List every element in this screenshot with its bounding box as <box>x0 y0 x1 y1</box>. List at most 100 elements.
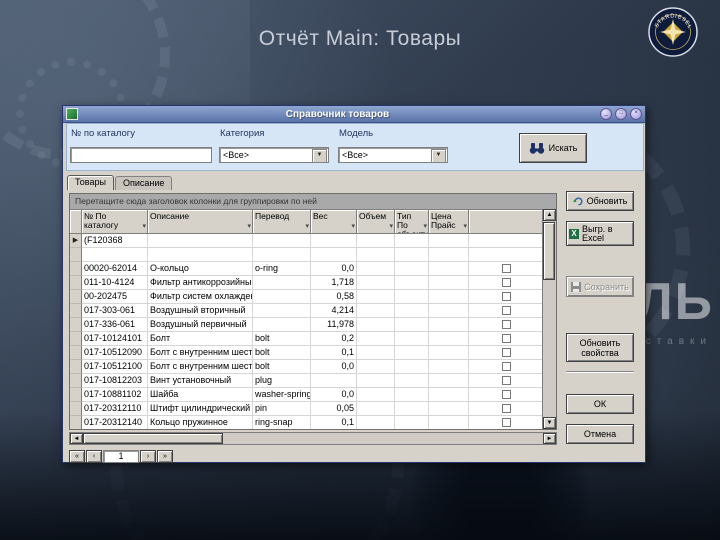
row-checkbox[interactable] <box>502 404 511 413</box>
column-header-label: Вес <box>313 211 328 221</box>
cell-volume <box>357 346 395 360</box>
cell-type <box>395 332 429 346</box>
model-select[interactable]: <Все> ▼ <box>338 147 448 163</box>
update-properties-button[interactable]: Обновить свойства <box>566 333 634 362</box>
grid-header: № По каталогу ▾ Описание ▾ Перевод ▾ Вес ▾ Объем… <box>70 210 556 234</box>
chevron-down-icon[interactable]: ▼ <box>431 149 446 163</box>
cancel-button-label: Отмена <box>583 429 617 439</box>
export-excel-button[interactable]: X Выгр. в Excel <box>566 221 634 246</box>
table-row[interactable]: ▶ (F120368 <box>70 234 556 248</box>
row-checkbox[interactable] <box>502 390 511 399</box>
table-row[interactable]: 00-202475Фильтр систем охлаждения 0,58 <box>70 290 556 304</box>
column-header[interactable]: Объем ▾ <box>357 210 395 234</box>
table-row[interactable]: 017-10881102 Шайба washer-spring 0,0 <box>70 388 556 402</box>
table-row[interactable]: 011-10-4124 Фильтр антикоррозийный 1,718 <box>70 276 556 290</box>
column-header[interactable]: Тип По объекту ▾ <box>395 210 429 234</box>
tab-strip: Товары Описание <box>67 172 173 190</box>
scroll-up-icon[interactable]: ▲ <box>543 209 556 221</box>
chevron-down-icon[interactable]: ▼ <box>312 149 327 163</box>
vertical-scrollbar[interactable]: ▲ ▼ <box>542 209 556 429</box>
table-row[interactable]: 017-10512100Болт с внутренним шестигр.bo… <box>70 360 556 374</box>
save-button[interactable]: Сохранить <box>566 276 634 297</box>
row-checkbox[interactable] <box>502 320 511 329</box>
binoculars-icon <box>529 142 544 154</box>
sort-arrow-icon[interactable]: ▾ <box>247 222 251 231</box>
vertical-scroll-thumb[interactable] <box>543 222 555 280</box>
maximize-button[interactable]: □ <box>615 108 627 120</box>
table-row[interactable]: 00020-62014 О-кольцо o-ring 0,0 <box>70 262 556 276</box>
category-select[interactable]: <Все> ▼ <box>219 147 329 163</box>
table-row[interactable]: 017-303-061 Воздушный вторичный 4,214 <box>70 304 556 318</box>
column-header[interactable]: Вес ▾ <box>311 210 357 234</box>
row-checkbox[interactable] <box>502 292 511 301</box>
cell-translation: washer-spring <box>253 388 311 402</box>
row-checkbox[interactable] <box>502 278 511 287</box>
cell-catalog-id: 017-336-061 <box>82 318 148 332</box>
window-titlebar[interactable]: Справочник товаров _ □ × <box>63 106 645 123</box>
sort-arrow-icon[interactable]: ▾ <box>351 222 355 231</box>
refresh-button[interactable]: Обновить <box>566 191 634 211</box>
cell-translation <box>253 304 311 318</box>
row-checkbox[interactable] <box>502 348 511 357</box>
sort-arrow-icon[interactable]: ▾ <box>463 222 467 231</box>
cell-flag <box>469 416 545 429</box>
catalog-number-input[interactable] <box>70 147 212 163</box>
scroll-down-icon[interactable]: ▼ <box>543 417 556 429</box>
tab-2[interactable]: Описание <box>114 176 173 190</box>
cell-type <box>395 248 429 262</box>
cell-flag <box>469 332 545 346</box>
row-checkbox[interactable] <box>502 362 511 371</box>
background-letters: ЛЬ <box>636 273 714 331</box>
prev-record-button[interactable]: ‹ <box>86 450 102 463</box>
cell-type <box>395 374 429 388</box>
minimize-button[interactable]: _ <box>600 108 612 120</box>
record-number-field[interactable]: 1 <box>103 450 139 463</box>
sort-arrow-icon[interactable]: ▾ <box>142 222 146 231</box>
table-row[interactable]: 017-336-061 Воздушный первичный 11,978 <box>70 318 556 332</box>
table-row[interactable] <box>70 248 556 262</box>
close-button[interactable]: × <box>630 108 642 120</box>
next-record-button[interactable]: › <box>140 450 156 463</box>
ok-button[interactable]: ОК <box>566 394 634 414</box>
scroll-right-icon[interactable]: ► <box>543 433 556 444</box>
table-row[interactable]: 017-10812203 Винт установочный plug <box>70 374 556 388</box>
cell-type <box>395 388 429 402</box>
column-header[interactable]: Перевод ▾ <box>253 210 311 234</box>
scroll-left-icon[interactable]: ◄ <box>70 433 83 444</box>
column-header[interactable]: Описание ▾ <box>148 210 253 234</box>
table-row[interactable]: 017-20312110 Штифт цилиндрический pin 0,05 <box>70 402 556 416</box>
row-checkbox[interactable] <box>502 334 511 343</box>
table-row[interactable]: 017-20312140 Кольцо пружинное ring-snap 0,1 <box>70 416 556 429</box>
cell-price <box>429 332 469 346</box>
row-selector <box>70 318 82 332</box>
cell-description: Болт <box>148 332 253 346</box>
column-header[interactable] <box>469 210 545 234</box>
record-navigator: « ‹ 1 › » <box>69 450 173 463</box>
cell-catalog-id: 00-202475 <box>82 290 148 304</box>
row-selector: ▶ <box>70 234 82 248</box>
horizontal-scrollbar[interactable]: ◄ ► <box>69 432 557 445</box>
cancel-button[interactable]: Отмена <box>566 424 634 444</box>
row-checkbox[interactable] <box>502 418 511 427</box>
cell-catalog-id: 017-10512090 <box>82 346 148 360</box>
row-checkbox[interactable] <box>502 376 511 385</box>
table-row[interactable]: 017-10512090Болт с внутренним шестигр.bo… <box>70 346 556 360</box>
cell-weight: 0,1 <box>311 346 357 360</box>
sort-arrow-icon[interactable]: ▾ <box>389 222 393 231</box>
sort-arrow-icon[interactable]: ▾ <box>305 222 309 231</box>
row-checkbox[interactable] <box>502 264 511 273</box>
horizontal-scroll-thumb[interactable] <box>83 433 223 444</box>
sort-arrow-icon[interactable]: ▾ <box>423 222 427 231</box>
cell-type <box>395 234 429 248</box>
table-row[interactable]: 017-10124101 Болт bolt 0,2 <box>70 332 556 346</box>
column-header[interactable]: № По каталогу ▾ <box>82 210 148 234</box>
row-checkbox[interactable] <box>502 306 511 315</box>
products-window: Справочник товаров _ □ × № по каталогу К… <box>62 105 646 463</box>
tab-1[interactable]: Товары <box>67 175 114 190</box>
category-label: Категория <box>220 128 265 139</box>
search-button[interactable]: Искать <box>519 133 587 163</box>
last-record-button[interactable]: » <box>157 450 173 463</box>
first-record-button[interactable]: « <box>69 450 85 463</box>
cell-flag <box>469 234 545 248</box>
column-header[interactable]: Цена Прайс ▾ <box>429 210 469 234</box>
